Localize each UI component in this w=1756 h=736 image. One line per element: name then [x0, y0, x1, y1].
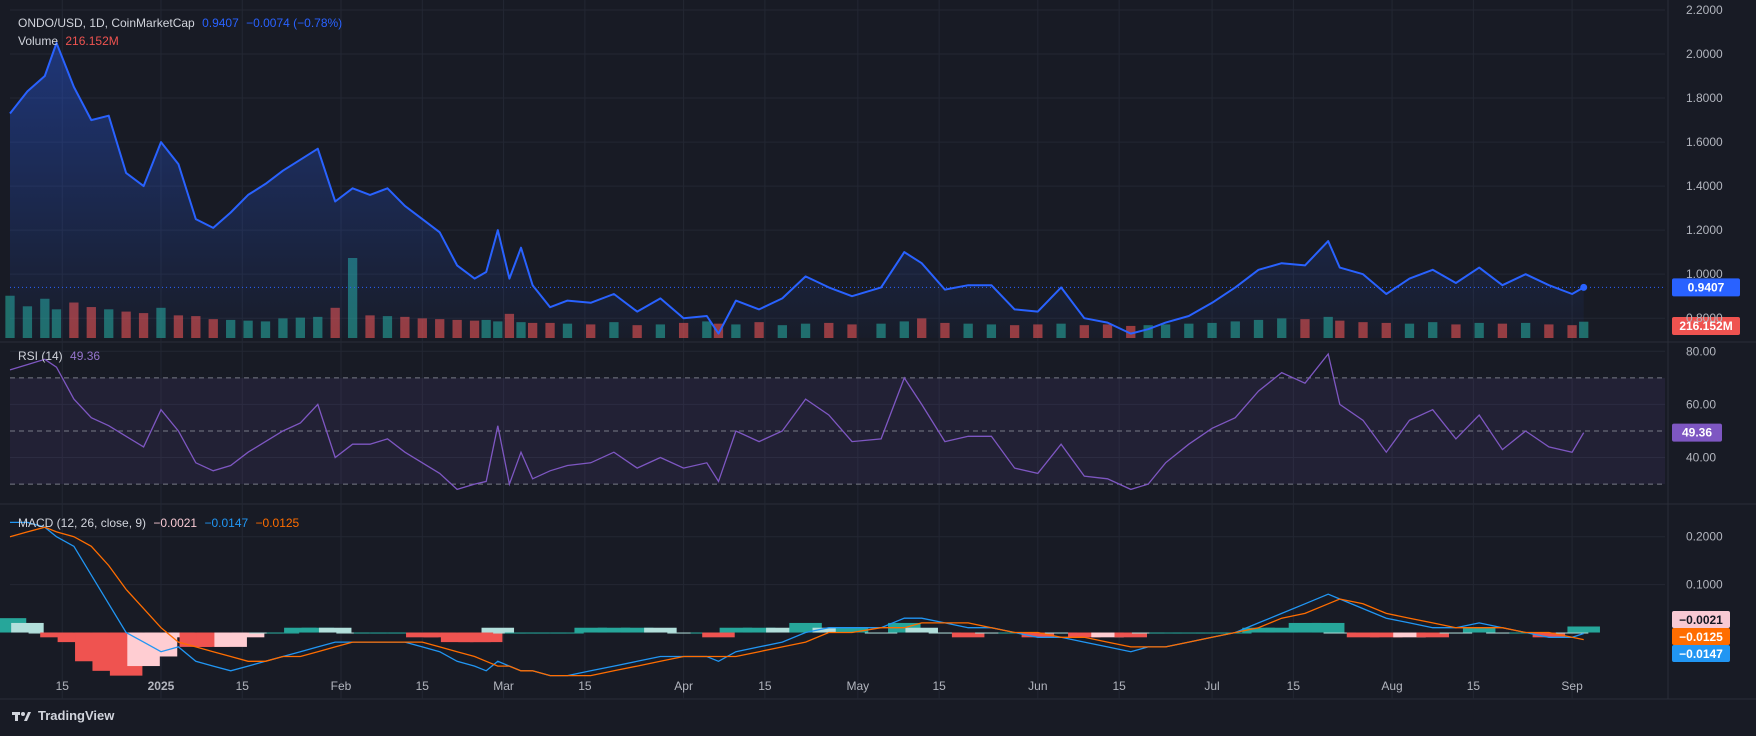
macd-line — [10, 521, 1584, 677]
macd-histogram-bar — [1462, 627, 1496, 633]
macd-value: −0.0021 — [153, 516, 198, 530]
x-tick-label: 2025 — [148, 679, 175, 693]
rsi-tag-label: 49.36 — [1682, 426, 1712, 440]
x-tick-label: 15 — [1467, 679, 1481, 693]
last-price: 0.9407 — [202, 16, 239, 30]
price-legend: ONDO/USD, 1D, CoinMarketCap 0.9407 −0.00… — [18, 16, 346, 30]
macd-histogram-bar — [1439, 632, 1473, 634]
brand-label: TradingView — [38, 708, 115, 723]
volume-legend: Volume 216.152M — [18, 34, 123, 48]
price-tick-label: 1.0000 — [1686, 267, 1723, 281]
volume-value: 216.152M — [65, 34, 119, 48]
x-tick-label: Apr — [674, 679, 693, 693]
macd-tick-label: 0.2000 — [1686, 530, 1723, 544]
x-tick-label: Jun — [1028, 679, 1047, 693]
macd-histogram-bar — [318, 627, 352, 633]
macd-tag-label: −0.0147 — [1679, 647, 1723, 661]
macd-histogram-bar — [1311, 622, 1345, 633]
macd-histogram-bar — [551, 632, 584, 634]
macd-histogram-bar — [864, 632, 898, 634]
x-tick-label: 15 — [236, 679, 250, 693]
macd-label[interactable]: MACD (12, 26, close, 9) — [18, 516, 146, 530]
price-tick-label: 1.8000 — [1686, 91, 1723, 105]
price-area — [10, 43, 1584, 338]
macd-histogram-bar — [905, 627, 938, 633]
rsi-tick-label: 40.00 — [1686, 451, 1716, 465]
price-tick-label: 2.2000 — [1686, 3, 1723, 17]
x-tick-label: 15 — [758, 679, 772, 693]
macd-histogram-bar — [481, 627, 515, 633]
price-tick-label: 2.0000 — [1686, 47, 1723, 61]
x-tick-label: 15 — [1112, 679, 1126, 693]
rsi-tick-label: 80.00 — [1686, 344, 1716, 358]
rsi-tick-label: 60.00 — [1686, 397, 1716, 411]
x-tick-label: Jul — [1204, 679, 1219, 693]
x-tick-label: Sep — [1561, 679, 1583, 693]
x-tick-label: Mar — [493, 679, 514, 693]
tradingview-logo[interactable]: TradingView — [12, 708, 114, 723]
macd-histogram-bar — [469, 632, 503, 643]
rsi-value: 49.36 — [70, 349, 101, 363]
macd-pane[interactable]: −0.0021 −0.0125 −0.0147 — [0, 521, 1730, 677]
macd-signal-value: −0.0147 — [204, 516, 249, 530]
x-tick-label: Aug — [1381, 679, 1402, 693]
symbol-label[interactable]: ONDO/USD, 1D, CoinMarketCap — [18, 16, 195, 30]
macd-histogram-bar — [644, 627, 677, 633]
price-tick-label: 1.6000 — [1686, 135, 1723, 149]
price-pane[interactable]: 0.9407216.152M — [5, 42, 1740, 338]
chart-canvas: 0.9407216.152M 49.36 −0.0021−0.0125−0.01… — [0, 0, 1756, 700]
x-tick-label: 15 — [932, 679, 946, 693]
rsi-pane[interactable]: 49.36 — [9, 352, 1722, 491]
tradingview-icon — [12, 711, 31, 721]
x-tick-label: 15 — [1287, 679, 1301, 693]
macd-tick-label: 0.1000 — [1686, 578, 1723, 592]
macd-legend: MACD (12, 26, close, 9) −0.0021 −0.0147 … — [18, 516, 303, 530]
macd-tag-label: −0.0125 — [1679, 630, 1723, 644]
price-change: −0.0074 (−0.78%) — [246, 16, 343, 30]
macd-hist-value: −0.0125 — [255, 516, 300, 530]
x-tick-label: 15 — [416, 679, 430, 693]
x-tick-label: May — [846, 679, 869, 693]
volume-label[interactable]: Volume — [18, 34, 58, 48]
x-tick-label: 15 — [578, 679, 592, 693]
signal-line — [9, 526, 1584, 677]
x-tick-label: 15 — [56, 679, 70, 693]
last-price-tag-label: 0.9407 — [1688, 280, 1725, 294]
macd-histogram-bar — [266, 632, 300, 634]
last-price-dot — [1580, 283, 1588, 291]
x-tick-label: Feb — [331, 679, 352, 693]
price-tick-label: 0.8000 — [1686, 311, 1723, 325]
macd-histogram-bar — [702, 632, 735, 638]
rsi-legend: RSI (14) 49.36 — [18, 349, 104, 363]
price-tick-label: 1.4000 — [1686, 179, 1723, 193]
rsi-label[interactable]: RSI (14) — [18, 349, 63, 363]
grid — [0, 0, 1756, 700]
macd-histogram-bar — [11, 622, 44, 633]
macd-histogram-bar — [1567, 626, 1600, 633]
price-tick-label: 1.2000 — [1686, 223, 1723, 237]
macd-tag-label: −0.0021 — [1679, 613, 1723, 627]
